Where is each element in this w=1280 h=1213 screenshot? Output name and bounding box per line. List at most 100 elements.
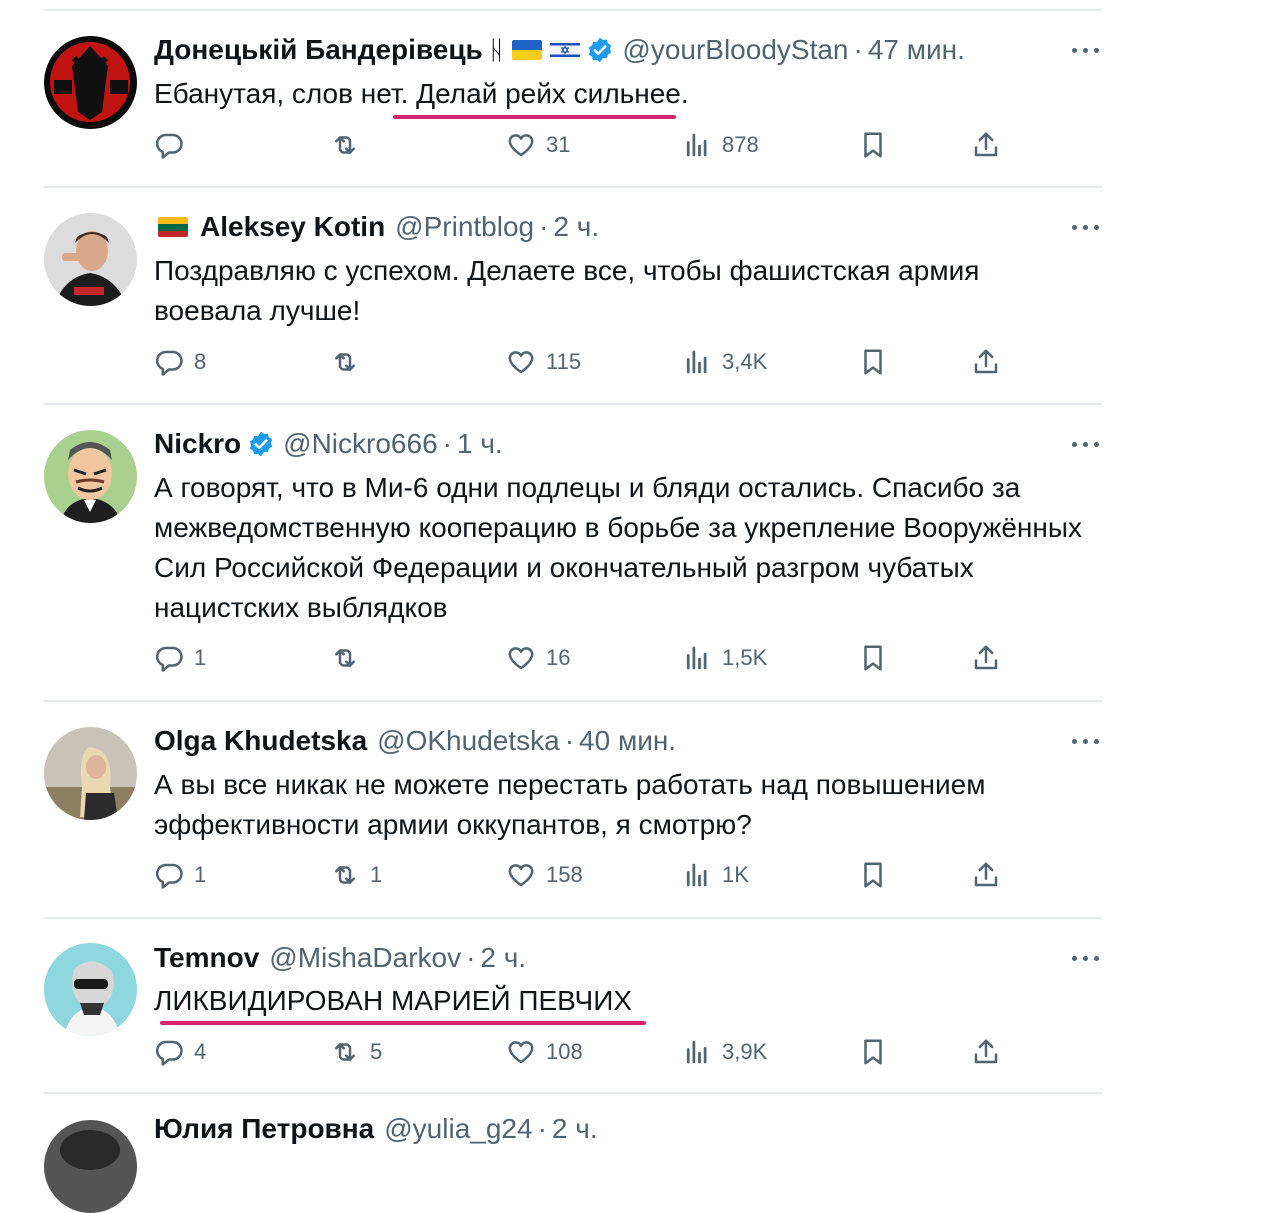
share-button[interactable] xyxy=(971,125,1001,165)
separator-dot: · xyxy=(564,725,575,756)
bookmark-icon xyxy=(864,349,882,375)
reply-icon xyxy=(155,350,183,376)
share-button[interactable] xyxy=(971,855,1001,895)
highlight-underline xyxy=(160,1021,646,1025)
like-count: 115 xyxy=(546,349,582,374)
like-count: 31 xyxy=(546,132,571,157)
like-button[interactable]: 115 xyxy=(506,342,581,382)
bookmark-button[interactable] xyxy=(858,125,888,165)
timestamp[interactable]: 1 ч. xyxy=(457,428,503,460)
divider xyxy=(44,917,1102,919)
reply-button[interactable]: 8 xyxy=(154,342,206,382)
display-name[interactable]: Olga Khudetska xyxy=(154,725,367,757)
handle[interactable]: @yourBloodyStan xyxy=(622,34,848,66)
tweet-actions: 1 1 158 1K xyxy=(0,855,1280,895)
tweet-text: А говорят, что в Ми-6 одни подлецы и бля… xyxy=(154,472,1082,623)
like-button[interactable]: 108 xyxy=(506,1032,583,1072)
timestamp[interactable]: 40 мин. xyxy=(579,725,676,757)
verified-badge-icon xyxy=(586,36,614,64)
share-button[interactable] xyxy=(971,1032,1001,1072)
handle[interactable]: @MishaDarkov xyxy=(269,942,461,974)
tweet-actions: 8 115 3,4K xyxy=(0,342,1280,382)
avatar[interactable] xyxy=(44,430,137,523)
tweet-header: Юлия Петровна @yulia_g24 · 2 ч. xyxy=(154,1111,598,1147)
timestamp[interactable]: 2 ч. xyxy=(480,942,526,974)
views-icon xyxy=(686,350,707,374)
avatar-image xyxy=(44,213,137,306)
like-button[interactable]: 158 xyxy=(506,855,583,895)
share-icon xyxy=(974,349,998,374)
israel-flag-icon xyxy=(550,40,581,60)
handle[interactable]: @yulia_g24 xyxy=(384,1113,532,1145)
ukraine-flag-icon xyxy=(512,40,543,60)
display-name[interactable]: Temnov xyxy=(154,942,259,974)
tweet-actions: 4 5 108 3,9K xyxy=(0,1032,1280,1072)
avatar[interactable] xyxy=(44,213,137,306)
reply-button[interactable] xyxy=(154,125,194,165)
avatar-image xyxy=(44,943,137,1036)
display-name[interactable]: Nickro xyxy=(154,428,241,460)
separator-dot: · xyxy=(466,942,476,973)
retweet-button[interactable] xyxy=(330,638,370,678)
handle[interactable]: @Nickro666 xyxy=(283,428,437,460)
tweet-text: Ебанутая, слов нет. Делай рейх сильнее. xyxy=(154,78,689,109)
bookmark-icon xyxy=(864,645,882,671)
timestamp[interactable]: 47 мин. xyxy=(868,34,965,66)
retweet-button[interactable]: 1 xyxy=(330,855,382,895)
views-count: 1,5K xyxy=(722,645,768,670)
reply-button[interactable]: 1 xyxy=(154,855,206,895)
retweet-icon xyxy=(335,136,355,154)
share-button[interactable] xyxy=(971,638,1001,678)
handle[interactable]: @OKhudetska xyxy=(377,725,560,757)
retweet-button[interactable] xyxy=(330,342,370,382)
avatar[interactable] xyxy=(44,943,137,1036)
like-button[interactable]: 16 xyxy=(506,638,570,678)
views-button[interactable]: 3,9K xyxy=(682,1032,767,1072)
display-name[interactable]: Донецькій Бандерівець xyxy=(154,34,483,66)
more-options-icon[interactable] xyxy=(1072,953,1100,963)
views-button[interactable]: 878 xyxy=(682,125,759,165)
views-button[interactable]: 1K xyxy=(682,855,749,895)
share-button[interactable] xyxy=(971,342,1001,382)
rune-symbol: ᚺ xyxy=(488,34,505,65)
more-options-icon[interactable] xyxy=(1072,736,1100,746)
like-count: 108 xyxy=(546,1039,583,1064)
tweet-header: Olga Khudetska @OKhudetska · 40 мин. xyxy=(154,723,676,759)
avatar[interactable] xyxy=(44,36,137,129)
retweet-button[interactable]: 5 xyxy=(330,1032,382,1072)
like-icon xyxy=(508,1041,534,1064)
separator-dot: · xyxy=(853,34,863,65)
bookmark-button[interactable] xyxy=(858,638,888,678)
like-icon xyxy=(508,134,534,157)
reply-icon xyxy=(155,1040,183,1066)
reply-icon xyxy=(155,646,183,672)
views-icon xyxy=(686,863,707,887)
display-name[interactable]: Aleksey Kotin xyxy=(200,211,385,243)
more-options-icon[interactable] xyxy=(1072,45,1100,55)
like-count: 158 xyxy=(546,862,583,887)
bookmark-button[interactable] xyxy=(858,1032,888,1072)
bookmark-button[interactable] xyxy=(858,342,888,382)
more-options-icon[interactable] xyxy=(1072,439,1100,449)
handle[interactable]: @Printblog xyxy=(395,211,534,243)
retweet-button[interactable] xyxy=(330,125,370,165)
like-button[interactable]: 31 xyxy=(506,125,570,165)
views-count: 3,4K xyxy=(722,349,768,374)
reply-button[interactable]: 1 xyxy=(154,638,206,678)
views-icon xyxy=(686,133,707,157)
timestamp[interactable]: 2 ч. xyxy=(553,211,599,243)
display-name[interactable]: Юлия Петровна xyxy=(154,1113,374,1145)
views-button[interactable]: 3,4K xyxy=(682,342,767,382)
timestamp[interactable]: 2 ч. xyxy=(552,1113,598,1145)
tweet-actions: 1 16 1,5K xyxy=(0,638,1280,678)
more-options-icon[interactable] xyxy=(1072,222,1100,232)
bookmark-button[interactable] xyxy=(858,855,888,895)
separator-dot: · xyxy=(539,211,549,242)
like-icon xyxy=(508,351,534,374)
avatar[interactable] xyxy=(44,727,137,820)
reply-button[interactable]: 4 xyxy=(154,1032,206,1072)
avatar[interactable] xyxy=(44,1120,137,1213)
separator-dot: · xyxy=(442,428,452,459)
views-button[interactable]: 1,5K xyxy=(682,638,767,678)
reply-count: 8 xyxy=(194,349,207,374)
